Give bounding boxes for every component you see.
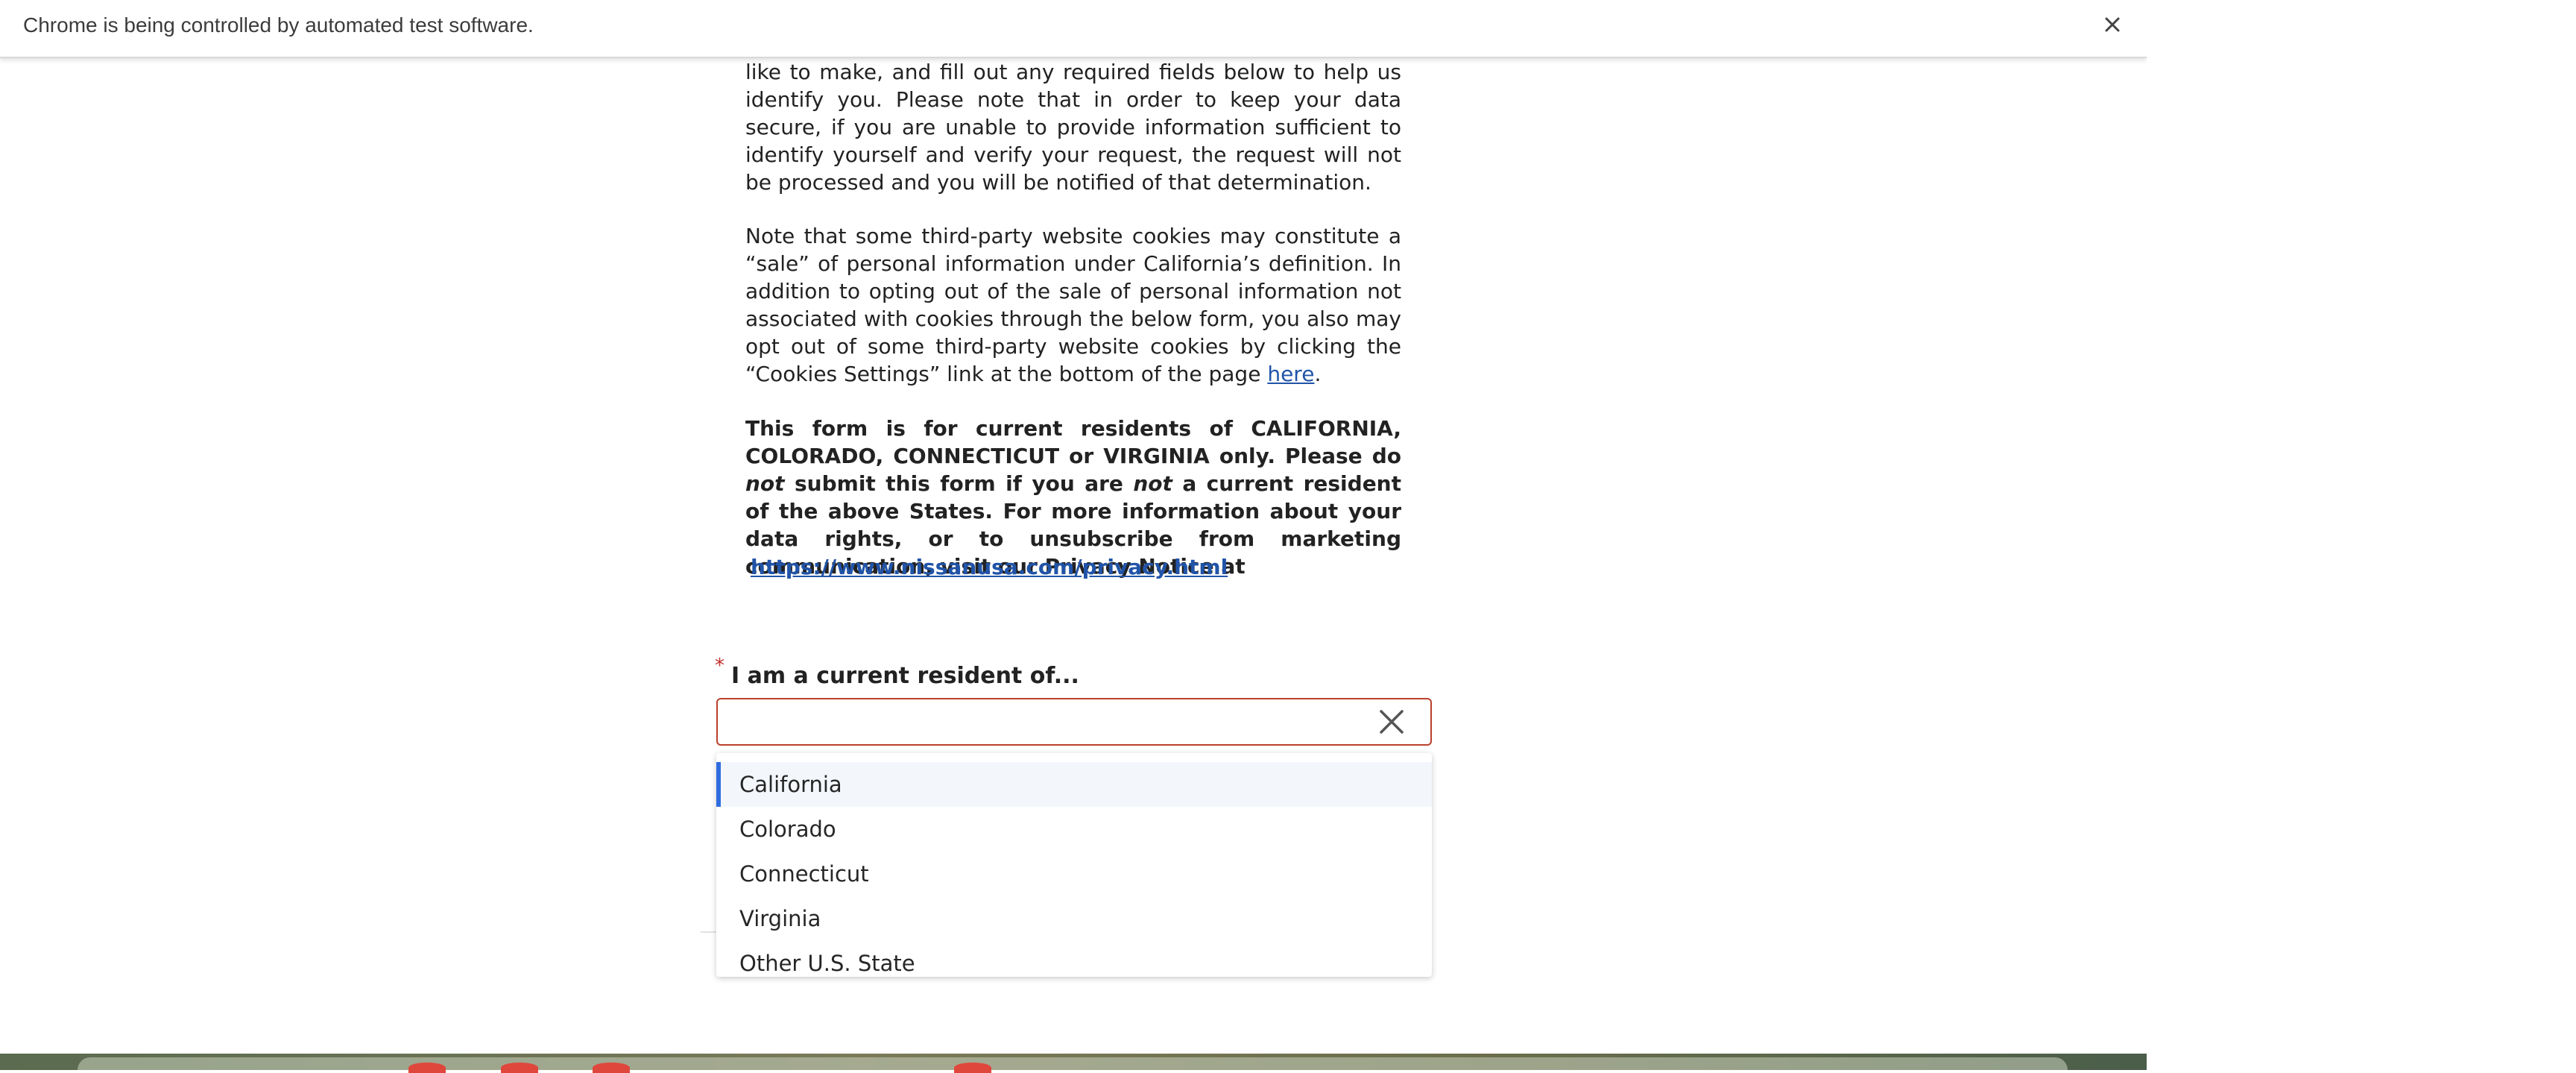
resident-select[interactable] [716,698,1432,746]
close-icon[interactable] [2097,10,2127,40]
privacy-notice-link[interactable]: https://www.nissanusa.com/privacy.html [751,553,1228,581]
dock-app-icon[interactable] [408,1063,446,1073]
option-virginia[interactable]: Virginia [716,896,1432,941]
automation-infobar: Chrome is being controlled by automated … [0,0,2147,58]
page-content: like to make, and fill out any required … [0,58,2147,1054]
dock-app-icon[interactable] [954,1063,991,1073]
residency-notice-a: This form is for current residents of CA… [745,416,1401,468]
cookies-paragraph: Note that some third-party website cooki… [745,222,1401,388]
option-connecticut[interactable]: Connecticut [716,852,1432,896]
resident-dropdown-list: California Colorado Connecticut Virginia… [716,753,1432,977]
dock [78,1057,2068,1070]
dock-app-icon[interactable] [501,1063,538,1073]
residency-notice-b: submit this form if you are [784,471,1134,496]
dock-app-icon[interactable] [593,1063,630,1073]
residency-notice-not1: not [745,471,785,496]
infobar-message: Chrome is being controlled by automated … [23,13,534,37]
cookies-here-link[interactable]: here [1267,362,1314,386]
option-colorado[interactable]: Colorado [716,807,1432,852]
resident-field-label: I am a current resident of... [731,663,1079,689]
required-marker: * [715,655,724,677]
browser-window: Chrome is being controlled by automated … [0,0,2147,1054]
residency-notice-not2: not [1133,471,1172,496]
cookies-paragraph-end: . [1314,362,1322,386]
desktop-background [2147,0,2576,1070]
close-icon[interactable] [1377,707,1407,737]
intro-paragraph: like to make, and fill out any required … [745,60,1401,195]
option-other-us-state[interactable]: Other U.S. State [716,941,1432,986]
option-california[interactable]: California [716,762,1432,807]
